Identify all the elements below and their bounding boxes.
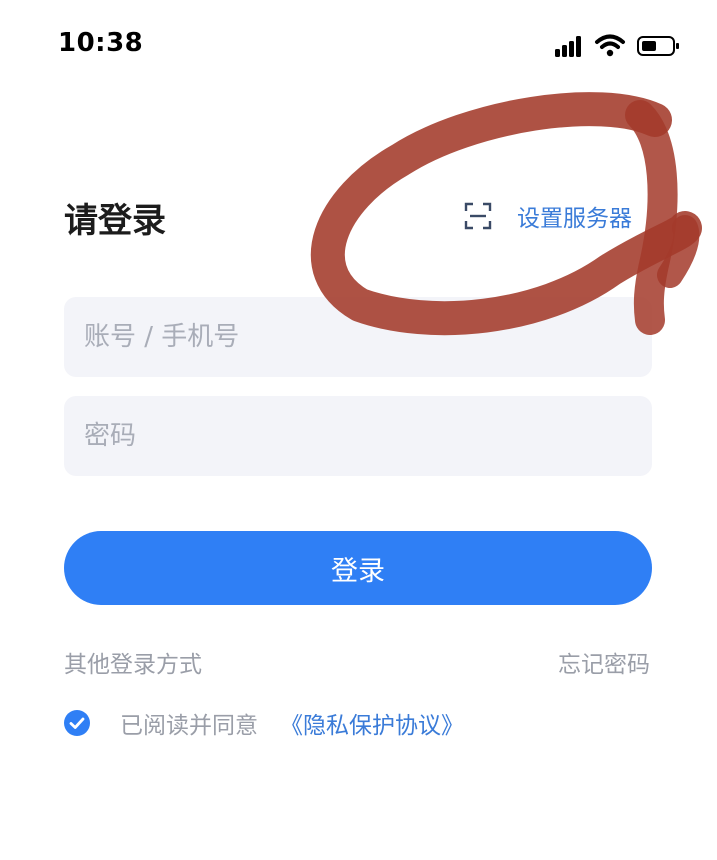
scan-icon: [464, 202, 492, 230]
account-input[interactable]: [64, 297, 652, 377]
status-time: 10:38: [58, 28, 144, 58]
agreement-row: 已阅读并同意 《隐私保护协议》: [64, 705, 464, 741]
privacy-policy-link[interactable]: 《隐私保护协议》: [280, 706, 464, 740]
forgot-password-link[interactable]: 忘记密码: [558, 645, 650, 679]
checkbox-checked-icon[interactable]: [64, 710, 90, 736]
status-icons: [555, 34, 679, 57]
other-login-link[interactable]: 其他登录方式: [64, 645, 202, 679]
battery-icon: [637, 36, 679, 56]
set-server-button[interactable]: 设置服务器: [463, 196, 632, 236]
agreement-text: 已阅读并同意: [120, 713, 258, 739]
set-server-label: 设置服务器: [517, 206, 632, 232]
signal-icon: [555, 36, 581, 57]
login-button[interactable]: 登录: [64, 531, 652, 605]
password-input[interactable]: [64, 396, 652, 476]
status-bar: 10:38: [0, 0, 717, 90]
page-title: 请登录: [64, 201, 166, 241]
wifi-icon: [595, 34, 625, 57]
